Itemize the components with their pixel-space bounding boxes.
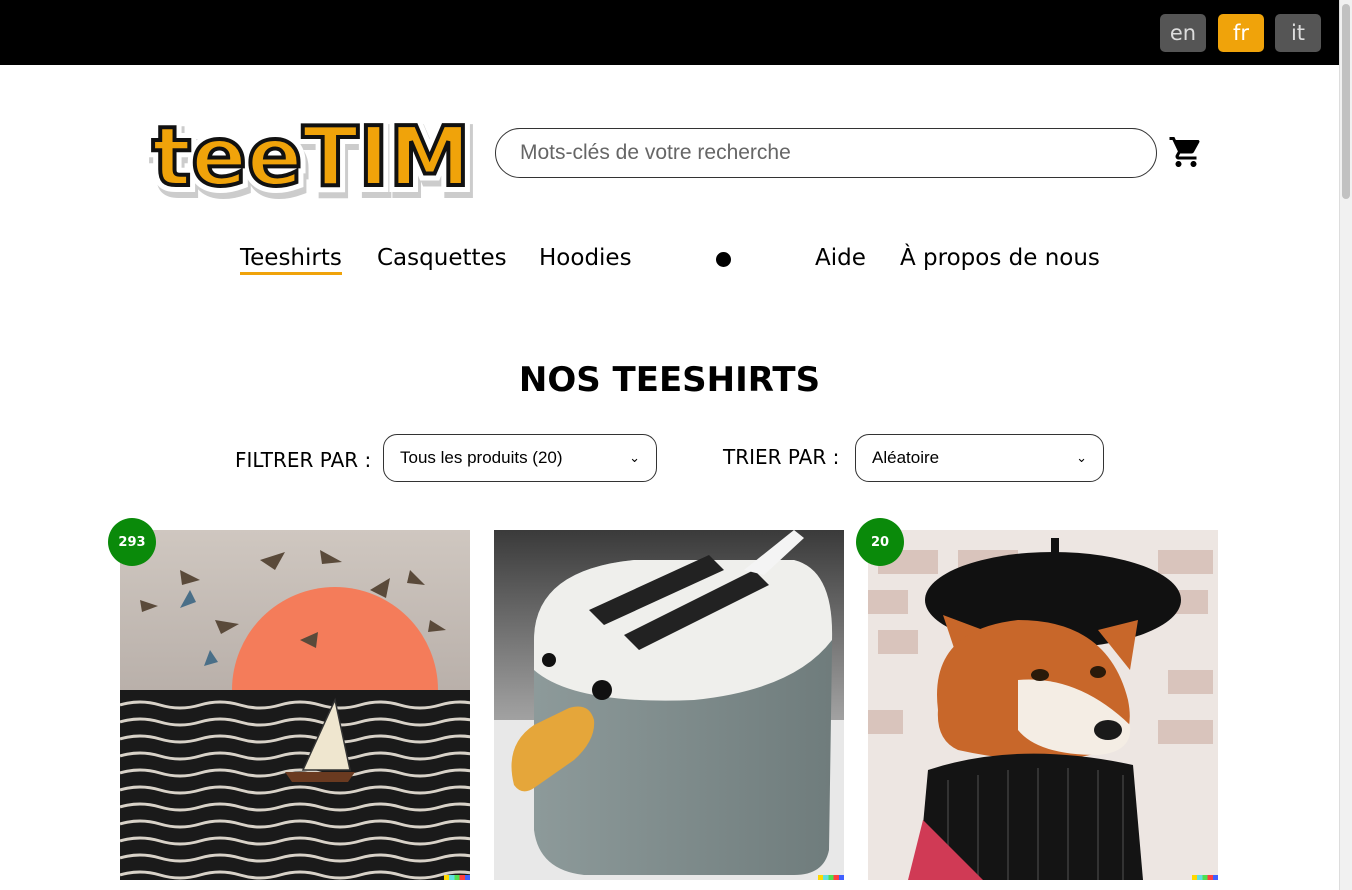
product-card[interactable] bbox=[868, 530, 1218, 880]
image-watermark bbox=[1192, 875, 1218, 880]
language-en-button[interactable]: en bbox=[1160, 14, 1206, 52]
filter-select-value: Tous les produits (20) bbox=[400, 448, 563, 467]
nav-item-teeshirts[interactable]: Teeshirts bbox=[240, 245, 342, 275]
nav-item-a-propos[interactable]: À propos de nous bbox=[900, 245, 1100, 271]
product-image-toaster bbox=[494, 530, 844, 880]
image-watermark bbox=[444, 875, 470, 880]
sort-label: TRIER PAR : bbox=[723, 445, 840, 469]
nav-item-aide[interactable]: Aide bbox=[815, 245, 866, 271]
nav-dot-icon bbox=[716, 252, 731, 267]
filter-label: FILTRER PAR : bbox=[235, 448, 372, 472]
scrollbar-thumb[interactable] bbox=[1342, 4, 1350, 199]
filter-select[interactable]: Tous les produits (20) ⌄ bbox=[383, 434, 657, 482]
shopping-cart-icon[interactable] bbox=[1168, 134, 1204, 170]
chevron-down-icon: ⌄ bbox=[1076, 450, 1087, 465]
product-count-badge: 20 bbox=[856, 518, 904, 566]
search-input[interactable] bbox=[495, 128, 1157, 178]
sort-select-value: Aléatoire bbox=[872, 448, 940, 467]
sort-select[interactable]: Aléatoire ⌄ bbox=[855, 434, 1104, 482]
chevron-down-icon: ⌄ bbox=[629, 450, 640, 465]
svg-text:teeTIM: teeTIM bbox=[152, 110, 470, 203]
product-image-sailboat bbox=[120, 530, 470, 880]
main-nav: Teeshirts Casquettes Hoodies Aide À prop… bbox=[0, 240, 1339, 280]
product-image-dog bbox=[868, 530, 1218, 880]
page-title: NOS TEESHIRTS bbox=[518, 360, 821, 400]
language-bar: en fr it bbox=[0, 0, 1339, 65]
nav-item-casquettes[interactable]: Casquettes bbox=[377, 245, 507, 271]
language-it-button[interactable]: it bbox=[1275, 14, 1321, 52]
product-card[interactable] bbox=[120, 530, 470, 880]
language-fr-button[interactable]: fr bbox=[1218, 14, 1264, 52]
page-scrollbar[interactable] bbox=[1339, 0, 1352, 890]
nav-item-hoodies[interactable]: Hoodies bbox=[539, 245, 632, 271]
image-watermark bbox=[818, 875, 844, 880]
product-card[interactable] bbox=[494, 530, 844, 880]
product-count-badge: 293 bbox=[108, 518, 156, 566]
teetim-logo[interactable]: teeTIM teeTIM teeTIM bbox=[140, 88, 480, 203]
